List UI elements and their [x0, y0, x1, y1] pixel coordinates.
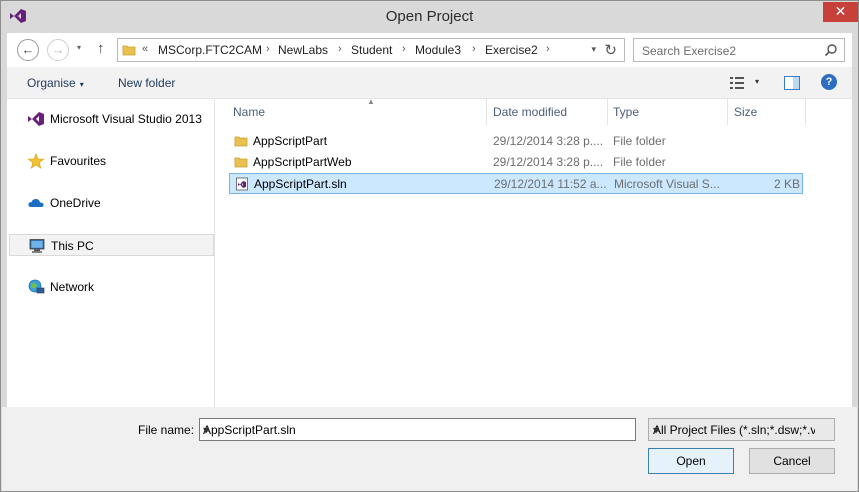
- search-box[interactable]: Search Exercise2: [633, 38, 845, 62]
- file-row-selected[interactable]: AppScriptPart.sln 29/12/2014 11:52 a... …: [229, 173, 803, 194]
- organise-button[interactable]: Organise ▾: [27, 76, 84, 90]
- dialog-footer: File name: AppScriptPart.sln ▾ All Proje…: [2, 407, 857, 491]
- help-icon[interactable]: ?: [821, 74, 837, 90]
- column-header-type[interactable]: Type: [608, 99, 728, 125]
- breadcrumb-student[interactable]: Student: [351, 43, 392, 57]
- column-header-size[interactable]: Size: [728, 99, 806, 125]
- file-name-label: File name:: [138, 423, 195, 437]
- navigation-pane: Microsoft Visual Studio 2013 Favourites …: [7, 99, 215, 407]
- forward-button[interactable]: →: [47, 39, 69, 61]
- file-type: Microsoft Visual S...: [614, 177, 720, 191]
- organise-label: Organise: [27, 76, 76, 90]
- file-type: File folder: [613, 155, 666, 169]
- open-button[interactable]: Open: [648, 448, 734, 474]
- refresh-icon[interactable]: ↻: [604, 41, 617, 59]
- nav-item-label: Favourites: [50, 154, 107, 168]
- breadcrumb-separator[interactable]: ›: [546, 43, 550, 55]
- file-row[interactable]: AppScriptPartWeb 29/12/2014 3:28 p.... F…: [229, 152, 803, 173]
- preview-pane-icon[interactable]: [783, 74, 801, 92]
- nav-item-onedrive[interactable]: OneDrive: [7, 192, 213, 214]
- nav-item-label: OneDrive: [50, 196, 101, 210]
- breadcrumb-newlabs[interactable]: NewLabs: [278, 43, 328, 57]
- nav-item-visual-studio[interactable]: Microsoft Visual Studio 2013: [7, 108, 213, 130]
- breadcrumb-mscorp[interactable]: MSCorp.FTC2CAM: [158, 43, 262, 57]
- folder-icon: [234, 136, 248, 147]
- open-project-dialog: Open Project ✕ ← → ▾ ↑ « MSCorp.FTC2CAM …: [0, 0, 859, 492]
- file-name: AppScriptPart.sln: [254, 177, 347, 191]
- computer-icon: [29, 239, 45, 253]
- file-date: 29/12/2014 11:52 a...: [494, 177, 606, 191]
- nav-item-this-pc[interactable]: This PC: [9, 234, 214, 256]
- visual-studio-icon: [28, 112, 44, 126]
- nav-item-label: This PC: [51, 239, 94, 253]
- folder-icon: [122, 45, 136, 56]
- breadcrumb-module3[interactable]: Module3: [415, 43, 461, 57]
- back-button[interactable]: ←: [17, 39, 39, 61]
- file-list: ▲ Name Date modified Type Size AppScript…: [215, 97, 852, 407]
- breadcrumb-separator[interactable]: ›: [338, 43, 342, 55]
- file-name-input[interactable]: AppScriptPart.sln ▾: [199, 418, 636, 441]
- nav-item-favourites[interactable]: Favourites: [7, 150, 213, 172]
- column-header-name[interactable]: ▲ Name: [229, 97, 487, 125]
- address-overflow-icon[interactable]: «: [142, 43, 148, 55]
- file-date: 29/12/2014 3:28 p....: [493, 134, 604, 148]
- search-input-placeholder[interactable]: Search Exercise2: [642, 44, 736, 58]
- file-name: AppScriptPart: [253, 134, 328, 148]
- breadcrumb-separator[interactable]: ›: [266, 43, 270, 55]
- address-history-dropdown[interactable]: ▾: [591, 44, 596, 55]
- cloud-icon: [28, 198, 44, 207]
- new-folder-button[interactable]: New folder: [118, 76, 175, 90]
- view-options-icon[interactable]: [729, 75, 745, 91]
- column-header-date-modified[interactable]: Date modified: [488, 99, 608, 125]
- view-dropdown-icon[interactable]: ▾: [755, 77, 759, 86]
- star-icon: [27, 153, 45, 169]
- column-header-label: Name: [233, 105, 266, 119]
- file-size: 2 KB: [773, 177, 800, 191]
- file-date: 29/12/2014 3:28 p....: [493, 155, 604, 169]
- window-title: Open Project: [385, 8, 474, 25]
- nav-item-label: Network: [50, 280, 95, 294]
- address-bar[interactable]: « MSCorp.FTC2CAM › NewLabs › Student › M…: [117, 38, 625, 62]
- close-button[interactable]: ✕: [823, 2, 858, 22]
- file-type-filter-select[interactable]: All Project Files (*.sln;*.dsw;*.vc ▾: [648, 418, 835, 441]
- solution-file-icon: [236, 177, 248, 191]
- navigation-bar: ← → ▾ ↑ « MSCorp.FTC2CAM › NewLabs › Stu…: [7, 33, 852, 67]
- chevron-down-icon[interactable]: ▾: [653, 423, 815, 437]
- recent-locations-button[interactable]: ▾: [77, 43, 81, 52]
- file-name: AppScriptPartWeb: [253, 155, 352, 169]
- folder-icon: [234, 157, 248, 168]
- sort-ascending-icon: ▲: [367, 97, 375, 106]
- file-row[interactable]: AppScriptPart 29/12/2014 3:28 p.... File…: [229, 131, 803, 152]
- title-bar: Open Project ✕: [1, 1, 858, 32]
- network-icon: [28, 279, 45, 294]
- nav-item-label: Microsoft Visual Studio 2013: [50, 112, 202, 126]
- nav-item-network[interactable]: Network: [7, 276, 213, 298]
- breadcrumb-separator[interactable]: ›: [472, 43, 476, 55]
- breadcrumb-exercise2[interactable]: Exercise2: [485, 43, 538, 57]
- breadcrumb-separator[interactable]: ›: [402, 43, 406, 55]
- up-button[interactable]: ↑: [97, 40, 105, 57]
- cancel-button[interactable]: Cancel: [749, 448, 835, 474]
- search-icon[interactable]: [824, 43, 838, 57]
- file-type: File folder: [613, 134, 666, 148]
- chevron-down-icon: ▾: [79, 80, 84, 89]
- chevron-down-icon[interactable]: ▾: [203, 423, 631, 437]
- command-bar: Organise ▾ New folder ▾ ?: [7, 67, 852, 99]
